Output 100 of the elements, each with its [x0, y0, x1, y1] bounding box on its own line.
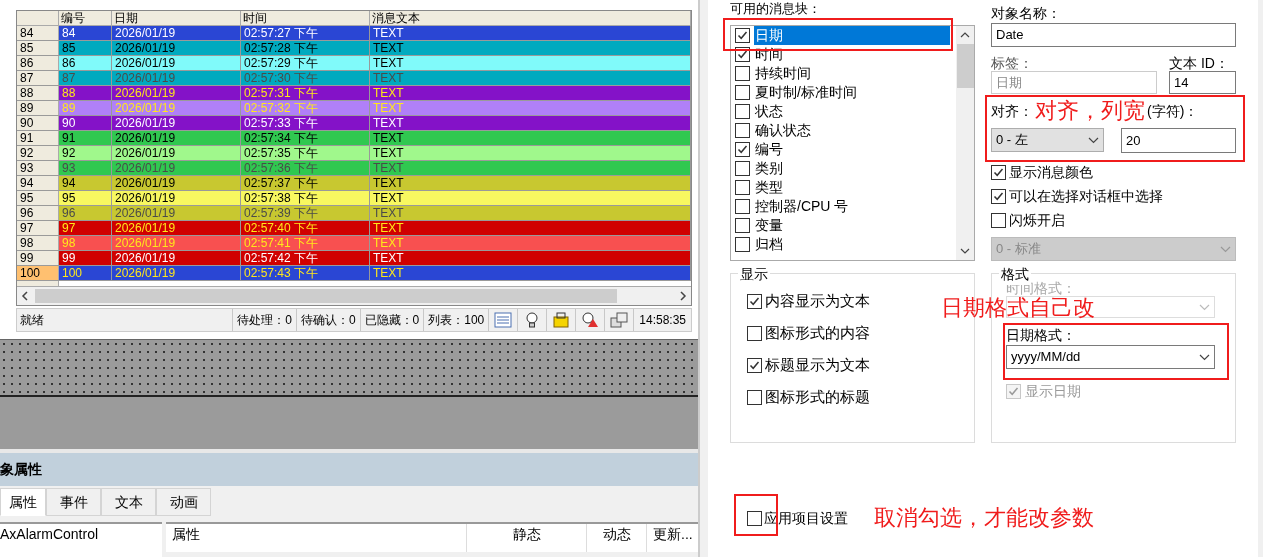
width-field[interactable]: 20 [1121, 128, 1236, 153]
checkbox[interactable] [735, 161, 750, 176]
checkbox[interactable] [735, 218, 750, 233]
chevron-down-icon [1088, 136, 1099, 144]
tab[interactable]: 属性 [0, 488, 46, 516]
table-cell: 91 [59, 131, 112, 145]
checkbox[interactable] [735, 28, 750, 43]
row-header[interactable]: 100 [17, 266, 59, 280]
column-header[interactable]: 时间 [241, 11, 370, 25]
column-header[interactable]: 静态 [466, 524, 586, 552]
checkbox-label: 显示消息颜色 [1009, 162, 1093, 182]
checkbox[interactable] [747, 389, 762, 405]
list-item[interactable]: 变量 [754, 216, 784, 235]
table-cell: 2026/01/19 [112, 86, 241, 100]
list-item[interactable]: 日期 [754, 26, 950, 45]
scroll-right-icon[interactable] [679, 291, 687, 301]
row-header[interactable]: 94 [17, 176, 59, 190]
vertical-scrollbar[interactable] [956, 26, 974, 260]
tab[interactable]: 动画 [156, 488, 211, 516]
checkbox[interactable] [747, 510, 762, 526]
row-header[interactable]: 99 [17, 251, 59, 265]
checkbox[interactable] [747, 357, 762, 373]
list-item[interactable]: 控制器/CPU 号 [754, 197, 850, 216]
list-item[interactable]: 持续时间 [754, 64, 812, 83]
checkbox-label: 标题显示为文本 [765, 354, 870, 375]
checkbox[interactable] [747, 325, 762, 341]
row-header[interactable]: 89 [17, 101, 59, 115]
scroll-up-icon[interactable] [960, 32, 970, 38]
time-format-dropdown[interactable] [1006, 296, 1215, 318]
table-cell: 2026/01/19 [112, 266, 241, 280]
checkbox[interactable] [735, 66, 750, 81]
object-name-field[interactable]: Date [991, 23, 1236, 47]
checkbox[interactable] [747, 293, 762, 309]
table-cell: 02:57:39 下午 [241, 206, 370, 220]
row-header[interactable]: 85 [17, 41, 59, 55]
table-cell: 2026/01/19 [112, 176, 241, 190]
list-item[interactable]: 确认状态 [754, 121, 812, 140]
table-cell: 2026/01/19 [112, 191, 241, 205]
checkbox[interactable] [991, 164, 1006, 180]
table-cell: TEXT [370, 146, 691, 160]
column-header[interactable]: 编号 [59, 11, 112, 25]
row-header[interactable]: 91 [17, 131, 59, 145]
table-cell: 02:57:42 下午 [241, 251, 370, 265]
table-cell: 2026/01/19 [112, 251, 241, 265]
row-header[interactable]: 92 [17, 146, 59, 160]
row-header[interactable]: 84 [17, 26, 59, 40]
checkbox-label: 可以在选择对话框中选择 [1009, 186, 1163, 206]
checkbox-label: 内容显示为文本 [765, 290, 870, 311]
scroll-down-icon[interactable] [960, 248, 970, 254]
tab[interactable]: 事件 [46, 488, 101, 516]
checkmark-icon [749, 295, 760, 307]
checkbox[interactable] [735, 199, 750, 214]
table-cell: TEXT [370, 86, 691, 100]
annotation-text: 日期格式自己改 [941, 297, 1095, 319]
checkbox-label: 显示日期 [1025, 382, 1081, 401]
alignment-dropdown[interactable]: 0 - 左 [991, 128, 1104, 152]
scroll-left-icon[interactable] [21, 291, 29, 301]
scrollbar-thumb[interactable] [956, 44, 974, 88]
list-item[interactable]: 类型 [754, 178, 784, 197]
row-header[interactable]: 97 [17, 221, 59, 235]
row-header[interactable]: 88 [17, 86, 59, 100]
checkbox[interactable] [735, 142, 750, 157]
row-header[interactable]: 95 [17, 191, 59, 205]
list-item[interactable]: 状态 [754, 102, 784, 121]
horizontal-scrollbar[interactable] [17, 287, 691, 305]
text-id-field[interactable]: 14 [1169, 71, 1236, 94]
scrollbar-thumb[interactable] [35, 289, 617, 303]
row-header[interactable]: 96 [17, 206, 59, 220]
checkbox[interactable] [991, 188, 1006, 204]
table-cell: 02:57:43 下午 [241, 266, 370, 280]
table-cell: 2026/01/19 [112, 131, 241, 145]
row-header[interactable]: 93 [17, 161, 59, 175]
column-header[interactable]: 动态 [586, 524, 646, 552]
list-item[interactable]: 编号 [754, 140, 784, 159]
chevron-down-icon [1220, 245, 1231, 253]
table-cell: 100 [59, 266, 112, 280]
row-header[interactable]: 87 [17, 71, 59, 85]
column-header[interactable]: 日期 [112, 11, 241, 25]
column-header[interactable]: 消息文本 [370, 11, 691, 25]
table-cell: 2026/01/19 [112, 206, 241, 220]
table-cell: TEXT [370, 206, 691, 220]
table-cell: TEXT [370, 236, 691, 250]
list-item[interactable]: 类别 [754, 159, 784, 178]
column-header[interactable]: 属性 [166, 524, 466, 552]
checkbox[interactable] [735, 104, 750, 119]
table-cell: 02:57:40 下午 [241, 221, 370, 235]
chevron-down-icon [1199, 353, 1210, 361]
list-item[interactable]: 夏时制/标准时间 [754, 83, 858, 102]
row-header[interactable]: 86 [17, 56, 59, 70]
list-item[interactable]: 归档 [754, 235, 784, 254]
date-format-dropdown[interactable]: yyyy/MM/dd [1006, 345, 1215, 369]
table-cell: 90 [59, 116, 112, 130]
row-header[interactable]: 90 [17, 116, 59, 130]
checkbox[interactable] [735, 123, 750, 138]
checkbox[interactable] [735, 85, 750, 100]
checkbox[interactable] [735, 180, 750, 195]
row-header[interactable]: 98 [17, 236, 59, 250]
checkbox[interactable] [735, 237, 750, 252]
tab[interactable]: 文本 [101, 488, 156, 516]
checkbox[interactable] [991, 212, 1006, 228]
